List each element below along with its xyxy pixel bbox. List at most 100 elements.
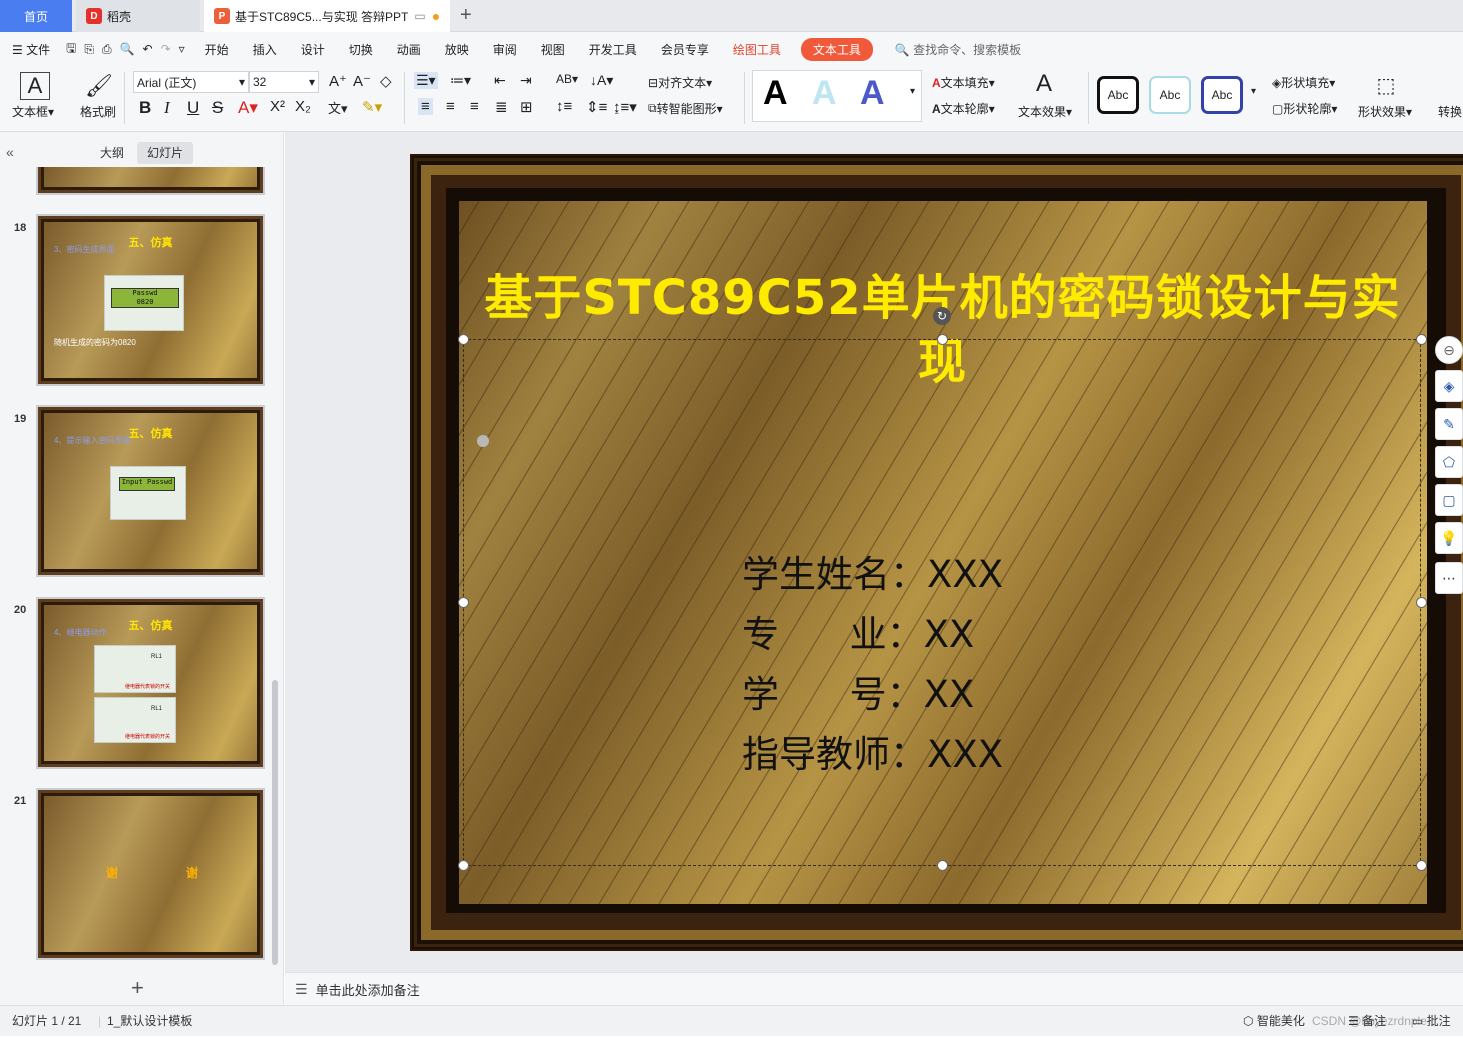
sort-icon[interactable]: ↓A▾ <box>590 72 613 89</box>
menu-developer[interactable]: 开发工具 <box>577 41 649 58</box>
slide-thumb-20[interactable]: 五、仿真 4、继电器动作 RL1 继电器代表锁的开关 RL1 继电器代表锁的开关 <box>36 597 265 769</box>
screen-icon[interactable]: ▭ <box>414 9 425 23</box>
template-name[interactable]: 1_默认设计模板 <box>107 1006 192 1037</box>
pen-icon[interactable]: ✎ <box>1435 408 1463 440</box>
clear-format-icon[interactable]: ◇ <box>380 72 392 90</box>
preview-icon[interactable]: 🔍 <box>116 42 139 56</box>
menu-view[interactable]: 视图 <box>529 41 577 58</box>
italic-icon[interactable]: I <box>164 98 170 118</box>
outline-icon[interactable]: ▢ <box>1435 484 1463 516</box>
strikethrough-icon[interactable]: S <box>212 98 223 118</box>
increase-indent-icon[interactable]: ⇥ <box>520 72 532 89</box>
line-spacing-icon[interactable]: ↕≡ <box>556 98 572 115</box>
paragraph-spacing-icon[interactable]: ⇕≡ <box>586 98 607 116</box>
slide-thumb-19[interactable]: 五、仿真 4、提示输入密码界面 Input Passwd <box>36 405 265 577</box>
command-search[interactable]: 🔍 查找命令、搜索模板 <box>895 41 1021 58</box>
numbered-list-icon[interactable]: ≔▾ <box>450 72 471 89</box>
align-text-button[interactable]: ⊟ 对齐文本 ▾ <box>648 74 712 91</box>
font-color-icon[interactable]: A▾ <box>238 98 258 118</box>
menu-member[interactable]: 会员专享 <box>649 41 721 58</box>
menu-slideshow[interactable]: 放映 <box>433 41 481 58</box>
textbox-button[interactable]: 文本框 ▾ <box>12 103 54 120</box>
zoom-out-icon[interactable]: ⊖ <box>1435 336 1463 364</box>
decrease-indent-icon[interactable]: ⇤ <box>494 72 506 89</box>
bold-icon[interactable]: B <box>139 98 151 118</box>
justify-icon[interactable]: ≣ <box>495 98 508 116</box>
add-slide-button[interactable]: + <box>131 975 144 1001</box>
rotate-handle-icon[interactable]: ↻ <box>933 307 951 325</box>
textbox-icon[interactable]: A <box>20 72 50 100</box>
resize-handle[interactable] <box>937 860 948 871</box>
export-icon[interactable]: ⎘ <box>80 42 98 57</box>
layers-icon[interactable]: ◈ <box>1435 370 1463 402</box>
menu-review[interactable]: 审阅 <box>481 41 529 58</box>
tab-daoke[interactable]: D 稻壳 <box>76 0 200 32</box>
align-center-icon[interactable]: ≡ <box>446 98 455 115</box>
text-effect-icon[interactable]: A <box>1030 70 1058 98</box>
align-right-icon[interactable]: ≡ <box>470 98 479 115</box>
adjust-handle[interactable] <box>477 435 489 447</box>
menu-file[interactable]: ☰ 文件 <box>0 41 62 58</box>
menu-transition[interactable]: 切换 <box>337 41 385 58</box>
slide-thumb-18[interactable]: 五、仿真 3、密码生成界面 Passwd 0820 随机生成的密码为0820 <box>36 214 265 386</box>
text-outline-button[interactable]: A 文本轮廓 ▾ <box>932 100 995 117</box>
phonetic-icon[interactable]: 文▾ <box>328 98 348 117</box>
resize-handle[interactable] <box>1416 597 1427 608</box>
font-size-select[interactable]: 32 ▾ <box>249 71 319 93</box>
underline-icon[interactable]: U <box>187 98 199 118</box>
shape-style-light[interactable]: Abc <box>1149 76 1191 114</box>
menu-text-tools[interactable]: 文本工具 <box>800 37 873 61</box>
text-direction-icon[interactable]: AB▾ <box>556 72 578 86</box>
slide-thumb-21[interactable]: 谢 谢 <box>36 788 265 960</box>
new-tab-button[interactable]: + <box>460 4 472 27</box>
notes-pane[interactable]: ☰ 单击此处添加备注 <box>285 972 1463 1005</box>
smart-shape-button[interactable]: ⧉ 转智能图形 ▾ <box>648 100 723 117</box>
shape-fill-button[interactable]: ◈ 形状填充 ▾ <box>1272 74 1335 91</box>
font-name-select[interactable]: Arial (正文) ▾ <box>133 71 249 93</box>
resize-handle[interactable] <box>458 334 469 345</box>
resize-handle[interactable] <box>937 334 948 345</box>
collapse-panel-icon[interactable]: « <box>6 144 14 160</box>
tab-home[interactable]: 首页 <box>0 0 72 32</box>
shape-style-blue[interactable]: Abc <box>1201 76 1243 114</box>
menu-draw-tools[interactable]: 绘图工具 <box>721 41 793 58</box>
shape-style-black[interactable]: Abc <box>1097 76 1139 114</box>
text-fill-button[interactable]: A 文本填充 ▾ <box>932 74 995 91</box>
resize-handle[interactable] <box>458 597 469 608</box>
menu-insert[interactable]: 插入 <box>241 41 289 58</box>
resize-handle[interactable] <box>458 860 469 871</box>
selection-box[interactable] <box>463 339 1421 866</box>
menu-animation[interactable]: 动画 <box>385 41 433 58</box>
bullet-list-icon[interactable]: ☰▾ <box>414 72 438 89</box>
redo-icon[interactable]: ↷ <box>157 42 175 56</box>
quick-access-dropdown-icon[interactable]: ▿ <box>175 42 193 56</box>
text-style-blue[interactable]: A <box>860 74 885 113</box>
shape-effect-icon[interactable]: ⬚ <box>1372 72 1400 98</box>
resize-handle[interactable] <box>1416 860 1427 871</box>
more-icon[interactable]: ⋯ <box>1435 562 1463 594</box>
superscript-icon[interactable]: X² <box>270 98 285 115</box>
fill-icon[interactable]: ⬠ <box>1435 446 1463 478</box>
lightbulb-icon[interactable]: 💡 <box>1435 522 1463 554</box>
beautify-button[interactable]: ⬡ 智能美化 <box>1243 1006 1305 1037</box>
text-style-light[interactable]: A <box>812 74 837 113</box>
subscript-icon[interactable]: X₂ <box>295 98 311 115</box>
text-effect-button[interactable]: 文本效果 ▾ <box>1018 103 1072 120</box>
font-decrease-icon[interactable]: A⁻ <box>353 72 371 90</box>
comment-toggle[interactable]: ▭ 批注 <box>1412 1006 1451 1037</box>
panel-scrollbar[interactable] <box>272 680 278 965</box>
shape-gallery-expand-icon[interactable]: ▾ <box>1251 86 1256 97</box>
text-style-black[interactable]: A <box>763 74 788 113</box>
align-left-icon[interactable]: ≡ <box>418 98 433 115</box>
save-icon[interactable]: 🖫 <box>62 39 80 60</box>
resize-handle[interactable] <box>1416 334 1427 345</box>
font-increase-icon[interactable]: A⁺ <box>329 72 347 90</box>
undo-icon[interactable]: ↶ <box>139 42 157 56</box>
convert-button[interactable]: 转换 <box>1438 103 1462 120</box>
print-icon[interactable]: ⎙ <box>98 42 116 57</box>
tab-slides[interactable]: 幻灯片 <box>137 142 194 164</box>
format-painter-icon[interactable]: 🖌 <box>85 72 113 100</box>
column-spacing-icon[interactable]: ↨≡▾ <box>613 98 637 116</box>
shape-effect-button[interactable]: 形状效果 ▾ <box>1358 103 1412 120</box>
gallery-expand-icon[interactable]: ▾ <box>910 86 915 97</box>
